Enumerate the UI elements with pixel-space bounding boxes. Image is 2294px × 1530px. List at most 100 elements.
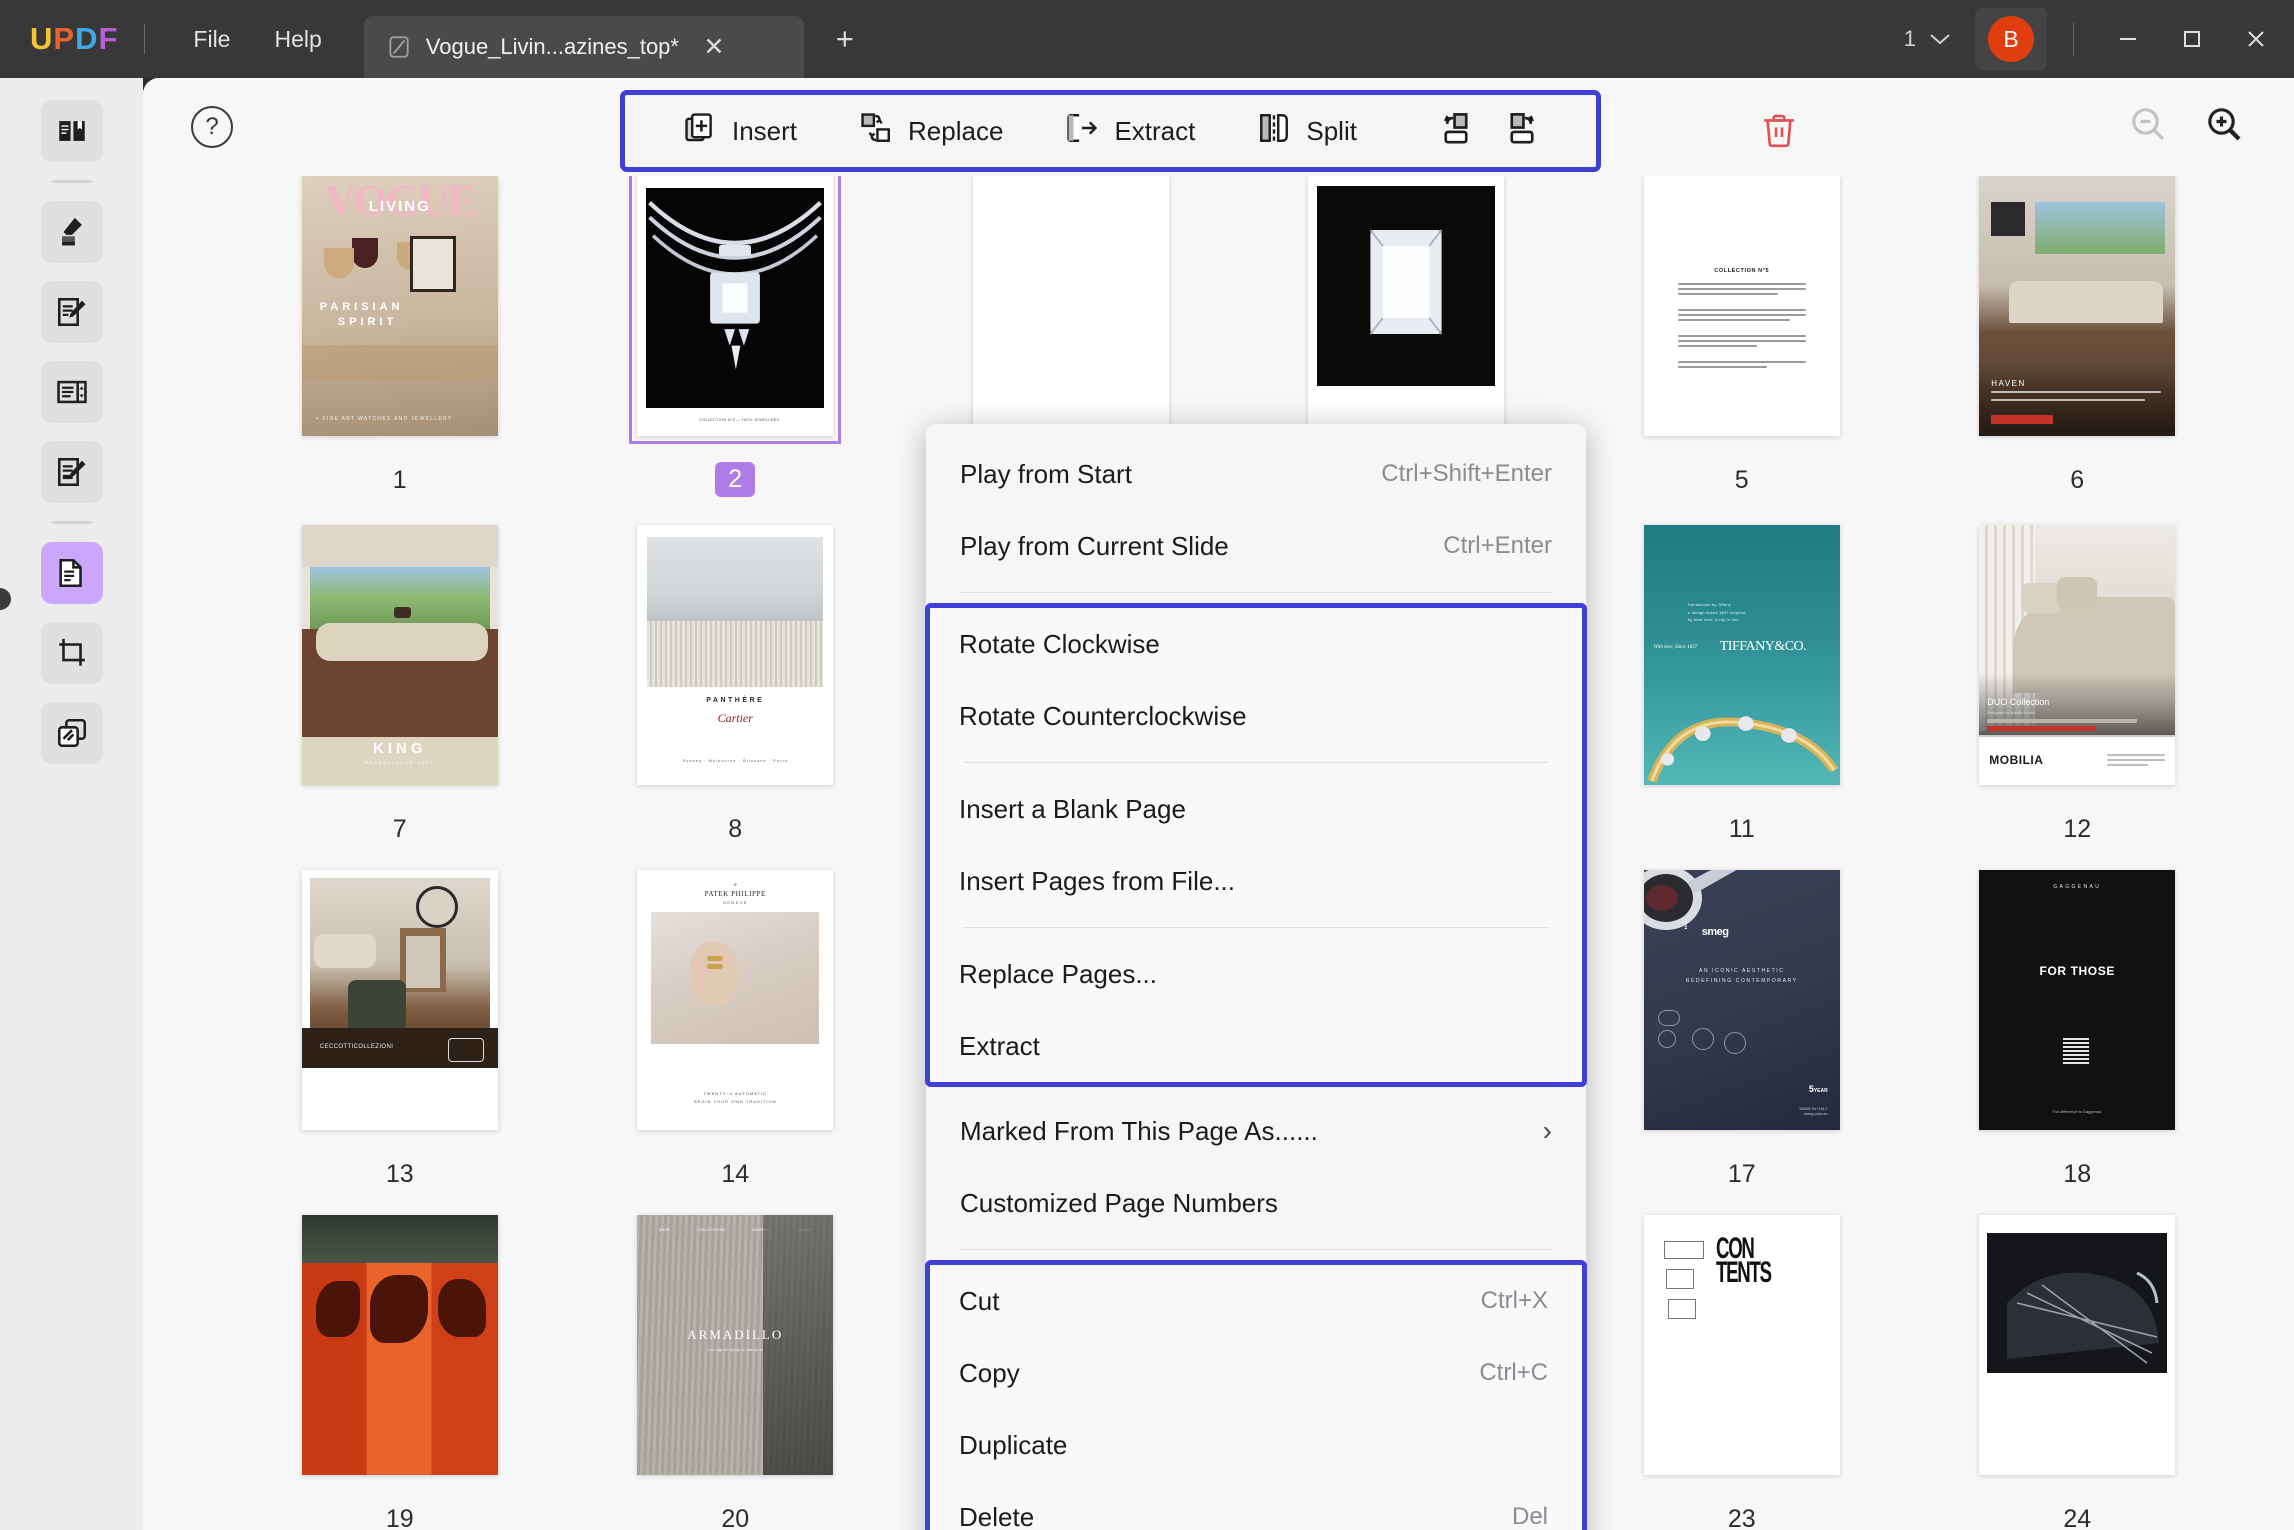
sidebar-item-comment[interactable] [40,201,103,263]
page-toolbar: ? Insert Replace Extract Split [143,78,2294,176]
page-thumbnail[interactable]: SHOPCOLLECTIONS JOURNALABOUT ARMADILLO O… [637,1215,834,1475]
page-thumbnail[interactable]: COLLECTION N°5 — HIGH JEWELLERY [629,176,842,444]
page-thumbnail[interactable]: ✤ PATEK PHILIPPE GENEVE TWENTY~4 AUTOMAT… [637,870,834,1130]
menu-separator [964,927,1548,928]
page-cell: COLLECTION N°5 5 [1623,176,1861,497]
menu-item-label: Marked From This Page As...... [960,1115,1318,1146]
replace-page-icon [859,111,893,152]
menu-item-label: Play from Current Slide [960,530,1229,561]
page-thumbnail[interactable]: COLLECTION N°5 [1643,176,1840,436]
page-cell: CON TENTS 23 [1623,1215,1861,1530]
maximize-button[interactable] [2160,0,2224,78]
extract-page-icon [1065,111,1099,152]
split-page-icon [1257,111,1291,152]
page-number: 19 [385,1505,414,1530]
menu-item-copy[interactable]: Copy Ctrl+C [930,1337,1582,1409]
page-thumbnail[interactable]: HAVEN [1979,176,2176,436]
page-number: 14 [721,1160,750,1188]
page-number: 5 [1734,466,1749,494]
page-thumbnail[interactable]: CECCOTTICOLLEZIONI [301,870,498,1130]
menu-item-shortcut: Ctrl+Shift+Enter [1381,460,1552,487]
page-number: 6 [2070,466,2085,494]
menu-item-label: Rotate Counterclockwise [959,700,1247,731]
page-thumbnail[interactable]: GAGGENAU FOR THOSE The difference is Gag… [1979,870,2176,1130]
menu-item-label: Extract [959,1030,1040,1061]
sidebar-item-organize-pages[interactable] [40,542,103,604]
menu-item-insert-pages-from-file[interactable]: Insert Pages from File... [930,845,1582,917]
menu-item-shortcut: Ctrl+X [1480,1287,1548,1314]
menu-item-duplicate[interactable]: Duplicate [930,1409,1582,1481]
zoom-in-button[interactable] [2204,104,2244,149]
menu-item-play-from-current-slide[interactable]: Play from Current Slide Ctrl+Enter [926,510,1586,582]
sidebar-item-batch[interactable] [40,702,103,764]
sidebar-item-reader[interactable] [40,100,103,162]
app-logo: UPDF [30,21,119,56]
page-cell: CECCOTTICOLLEZIONI 13 [281,870,519,1187]
menu-item-label: Delete [959,1501,1035,1530]
menu-item-shortcut: Ctrl+Enter [1443,532,1552,559]
context-menu-group-playback: Play from Start Ctrl+Shift+Enter Play fr… [926,438,1586,582]
window-count-selector[interactable]: 1 [1894,18,1961,60]
page-thumbnail[interactable] [301,1215,498,1475]
document-tab[interactable]: Vogue_Livin...azines_top* ✕ [363,16,804,78]
extract-button[interactable]: Extract [1043,103,1217,160]
sidebar-collapse-handle[interactable] [0,588,11,610]
page-thumbnail[interactable]: smeg ⁞⁞ AN ICONIC AESTHETIC REDEFINING C… [1643,870,1840,1130]
zoom-out-button[interactable] [2128,104,2168,149]
page-cell: HAVEN 6 [1959,176,2197,497]
page-thumbnail[interactable]: DUO Collection Designed by Mobilia studi… [1979,525,2176,785]
menu-item-label: Cut [959,1285,1000,1316]
page-thumbnail[interactable] [1308,176,1505,436]
menu-item-label: Customized Page Numbers [960,1187,1278,1218]
page-thumbnail[interactable]: VOGUE LIVING PARISIAN SPIRIT + FINE ART … [301,176,498,436]
rotate-clockwise-button[interactable] [1489,102,1555,161]
menu-item-marked-from-this-page-as[interactable]: Marked From This Page As...... › [926,1095,1586,1167]
delete-pages-button[interactable] [1751,104,1807,160]
menu-help[interactable]: Help [252,17,343,62]
page-thumbnail[interactable] [1979,1215,2176,1475]
help-icon[interactable]: ? [191,106,233,148]
sidebar-item-form[interactable] [40,441,103,503]
menu-item-rotate-clockwise[interactable]: Rotate Clockwise [930,608,1582,680]
page-number: 23 [1727,1505,1756,1530]
insert-button[interactable]: Insert [661,103,819,160]
menu-item-label: Duplicate [959,1429,1068,1460]
page-number: 11 [1728,815,1755,843]
menu-file[interactable]: File [171,17,252,62]
page-cell: COLLECTION N°5 — HIGH JEWELLERY 2 [617,176,855,497]
window-close-button[interactable] [2224,0,2288,78]
sidebar-item-edit-pdf[interactable] [40,281,103,343]
menu-item-play-from-start[interactable]: Play from Start Ctrl+Shift+Enter [926,438,1586,510]
page-cell: GAGGENAU FOR THOSE The difference is Gag… [1959,870,2197,1187]
menu-item-extract[interactable]: Extract [930,1010,1582,1082]
new-tab-button[interactable]: + [826,21,864,57]
minimize-button[interactable] [2096,0,2160,78]
sidebar-item-crop[interactable] [40,622,103,684]
page-thumbnail[interactable]: Handwoven by Tiffany A design linked 183… [1643,525,1840,785]
zoom-out-icon [2128,108,2168,148]
menu-item-replace-pages[interactable]: Replace Pages... [930,938,1582,1010]
menu-item-cut[interactable]: Cut Ctrl+X [930,1265,1582,1337]
sidebar-item-convert[interactable] [40,361,103,423]
split-button[interactable]: Split [1235,103,1379,160]
page-number: 12 [2063,815,2092,843]
page-thumbnail[interactable]: CON TENTS [1643,1215,1840,1475]
account-button[interactable]: B [1975,8,2047,70]
avatar: B [1988,16,2034,62]
page-context-menu: Play from Start Ctrl+Shift+Enter Play fr… [925,424,1587,1530]
menu-item-delete[interactable]: Delete Del [930,1481,1582,1530]
menu-separator [964,762,1548,763]
page-thumbnail[interactable]: PANTHÈRE Cartier Sydney · Melbourne · Br… [637,525,834,785]
rotate-counterclockwise-button[interactable] [1423,102,1489,161]
menu-item-rotate-counterclockwise[interactable]: Rotate Counterclockwise [930,680,1582,752]
replace-button[interactable]: Replace [837,103,1025,160]
menu-item-label: Insert Pages from File... [959,865,1235,896]
page-number: 7 [392,815,407,843]
tab-title: Vogue_Livin...azines_top* [425,34,679,59]
page-thumbnail[interactable]: KING ESTABLISHED 1977 [301,525,498,785]
menu-item-customized-page-numbers[interactable]: Customized Page Numbers [926,1167,1586,1239]
page-thumbnail[interactable] [972,176,1169,436]
close-icon[interactable]: ✕ [699,32,729,62]
menu-item-insert-blank-page[interactable]: Insert a Blank Page [930,773,1582,845]
page-number: 18 [2063,1160,2092,1188]
